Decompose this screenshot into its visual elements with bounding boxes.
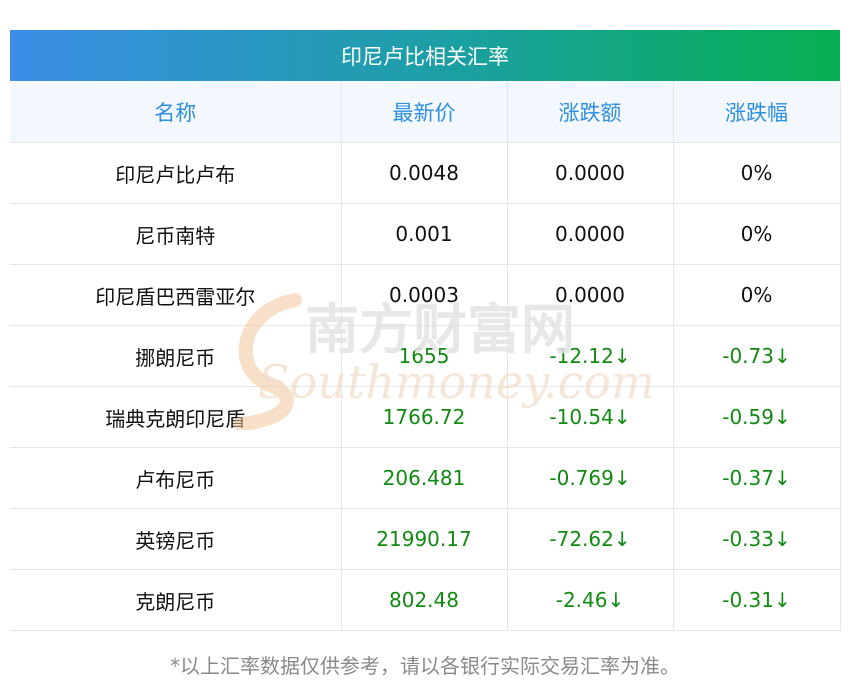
latest-price: 0.0048 [341, 142, 508, 204]
table-row: 瑞典克朗印尼盾 1766.72 -10.54↓ -0.59↓ [10, 386, 841, 448]
currency-pair-name: 克朗尼币 [10, 569, 342, 631]
latest-price: 1766.72 [341, 386, 508, 448]
latest-price: 1655 [341, 325, 508, 387]
price-change-pct: -0.33↓ [673, 508, 841, 570]
column-header-price: 最新价 [341, 81, 508, 143]
price-change: -12.12↓ [507, 325, 674, 387]
table-title: 印尼卢比相关汇率 [10, 30, 840, 81]
currency-pair-name: 印尼卢比卢布 [10, 142, 342, 204]
price-change-pct: -0.59↓ [673, 386, 841, 448]
currency-pair-name: 卢布尼币 [10, 447, 342, 509]
disclaimer-footnote: *以上汇率数据仅供参考，请以各银行实际交易汇率为准。 [170, 654, 680, 678]
price-change: 0.0000 [507, 203, 674, 265]
price-change: -72.62↓ [507, 508, 674, 570]
currency-pair-name: 印尼盾巴西雷亚尔 [10, 264, 342, 326]
table-row: 卢布尼币 206.481 -0.769↓ -0.37↓ [10, 447, 841, 509]
column-header-change: 涨跌额 [507, 81, 674, 143]
price-change-pct: 0% [673, 142, 841, 204]
currency-pair-name: 瑞典克朗印尼盾 [10, 386, 342, 448]
price-change: -0.769↓ [507, 447, 674, 509]
price-change-pct: -0.73↓ [673, 325, 841, 387]
table-row: 印尼盾巴西雷亚尔 0.0003 0.0000 0% [10, 264, 841, 326]
price-change: 0.0000 [507, 142, 674, 204]
price-change: 0.0000 [507, 264, 674, 326]
column-header-change-pct: 涨跌幅 [673, 81, 841, 143]
column-header-name: 名称 [10, 81, 342, 143]
price-change: -2.46↓ [507, 569, 674, 631]
latest-price: 802.48 [341, 569, 508, 631]
latest-price: 0.0003 [341, 264, 508, 326]
latest-price: 206.481 [341, 447, 508, 509]
currency-pair-name: 挪朗尼币 [10, 325, 342, 387]
table-row: 英镑尼币 21990.17 -72.62↓ -0.33↓ [10, 508, 841, 570]
table-header-row: 名称 最新价 涨跌额 涨跌幅 [10, 81, 841, 143]
currency-pair-name: 英镑尼币 [10, 508, 342, 570]
table-row: 印尼卢比卢布 0.0048 0.0000 0% [10, 142, 841, 204]
price-change-pct: 0% [673, 203, 841, 265]
latest-price: 0.001 [341, 203, 508, 265]
table-row: 挪朗尼币 1655 -12.12↓ -0.73↓ [10, 325, 841, 387]
exchange-rate-table: 名称 最新价 涨跌额 涨跌幅 印尼卢比卢布 0.0048 0.0000 0% 尼币南特 0… [10, 81, 841, 631]
table-row: 尼币南特 0.001 0.0000 0% [10, 203, 841, 265]
price-change-pct: 0% [673, 264, 841, 326]
currency-pair-name: 尼币南特 [10, 203, 342, 265]
price-change-pct: -0.37↓ [673, 447, 841, 509]
latest-price: 21990.17 [341, 508, 508, 570]
price-change: -10.54↓ [507, 386, 674, 448]
price-change-pct: -0.31↓ [673, 569, 841, 631]
table-row: 克朗尼币 802.48 -2.46↓ -0.31↓ [10, 569, 841, 631]
